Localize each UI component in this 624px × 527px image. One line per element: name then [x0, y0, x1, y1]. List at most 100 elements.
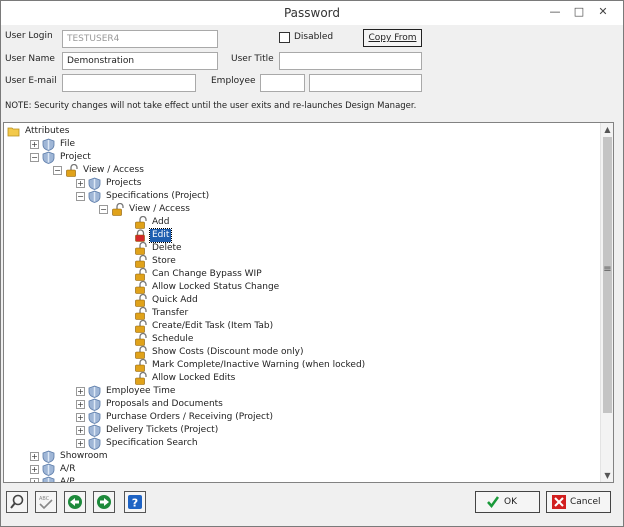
tree-item-label[interactable]: Can Change Bypass WIP [150, 268, 264, 281]
tree-item[interactable]: − View / Access [4, 163, 594, 177]
tree-item[interactable]: − View / Access [4, 202, 594, 216]
tree-item[interactable]: + Purchase Orders / Receiving (Project) [4, 411, 594, 424]
expand-icon[interactable]: + [76, 426, 85, 435]
expand-icon[interactable]: + [30, 478, 39, 482]
tree-item[interactable]: + Delivery Tickets (Project) [4, 424, 594, 437]
tree-item[interactable]: Edit [4, 228, 594, 243]
tree-item-label[interactable]: View / Access [81, 164, 146, 177]
tree-item-label[interactable]: Attributes [23, 125, 71, 138]
tree-item-label[interactable]: Quick Add [150, 294, 200, 307]
tree-item[interactable]: Add [4, 215, 594, 229]
tree-item-label[interactable]: Mark Complete/Inactive Warning (when loc… [150, 359, 367, 372]
tree-item-label[interactable]: A/R [58, 463, 77, 476]
employee-code-field[interactable] [260, 74, 305, 92]
tree-item-label[interactable]: View / Access [127, 203, 192, 216]
employee-name-field[interactable] [309, 74, 422, 92]
tree-item-label[interactable]: Showroom [58, 450, 110, 463]
tree-item[interactable]: + Employee Time [4, 385, 594, 398]
next-button[interactable] [93, 491, 115, 513]
tree-item-label[interactable]: Project [58, 151, 93, 164]
user-login-field[interactable]: TESTUSER4 [62, 30, 218, 48]
user-name-field[interactable]: Demonstration [62, 52, 218, 70]
search-button[interactable] [6, 491, 28, 513]
expand-icon[interactable]: + [76, 400, 85, 409]
tree-item-label[interactable]: Projects [104, 177, 143, 190]
help-icon: ? [128, 495, 142, 510]
collapse-icon[interactable]: − [53, 166, 62, 175]
tree-item[interactable]: + Specification Search [4, 437, 594, 450]
tree-item[interactable]: − Project [4, 151, 594, 164]
scroll-down-icon[interactable]: ▼ [601, 469, 613, 482]
tree-item[interactable]: Create/Edit Task (Item Tab) [4, 319, 594, 333]
tree-item-label[interactable]: Schedule [150, 333, 195, 346]
tree-item[interactable]: Can Change Bypass WIP [4, 267, 594, 281]
arrow-left-icon [68, 495, 82, 509]
tree-item-label[interactable]: Proposals and Documents [104, 398, 225, 411]
collapse-icon[interactable]: − [76, 192, 85, 201]
tree-item-label[interactable]: Transfer [150, 307, 190, 320]
disabled-checkbox[interactable] [279, 32, 290, 43]
lock-open-icon [111, 202, 124, 216]
tree-item-label[interactable]: Delivery Tickets (Project) [104, 424, 220, 437]
tree-item-label[interactable]: Store [150, 255, 178, 268]
tree-item[interactable]: Allow Locked Edits [4, 371, 594, 385]
tree-item[interactable]: Show Costs (Discount mode only) [4, 345, 594, 359]
expand-icon[interactable]: + [76, 387, 85, 396]
tree-item[interactable]: Delete [4, 241, 594, 255]
expand-icon[interactable]: + [30, 465, 39, 474]
tree-item[interactable]: Attributes [4, 125, 594, 138]
expand-icon[interactable]: + [76, 413, 85, 422]
tree-item-label[interactable]: File [58, 138, 77, 151]
lock-open-icon [134, 215, 147, 229]
tree-item[interactable]: Allow Locked Status Change [4, 280, 594, 294]
tree-item-label[interactable]: Specification Search [104, 437, 200, 450]
ok-button[interactable]: OK [475, 491, 540, 513]
tree-item[interactable]: + A/R [4, 463, 594, 476]
tree-item-label[interactable]: Show Costs (Discount mode only) [150, 346, 306, 359]
tree-item-label[interactable]: Purchase Orders / Receiving (Project) [104, 411, 275, 424]
tree-item[interactable]: Transfer [4, 306, 594, 320]
tree-item-label[interactable]: Edit [148, 228, 173, 243]
lock-open-icon [134, 254, 147, 268]
tree-item[interactable]: Schedule [4, 332, 594, 346]
expand-icon[interactable]: + [76, 179, 85, 188]
tree-item[interactable]: + A/P [4, 476, 594, 482]
tree-item-label[interactable]: Allow Locked Status Change [150, 281, 281, 294]
tree-item-label[interactable]: Employee Time [104, 385, 177, 398]
tree-item[interactable]: Quick Add [4, 293, 594, 307]
close-button[interactable]: ✕ [596, 5, 610, 19]
expand-icon[interactable]: + [76, 439, 85, 448]
tree-item[interactable]: − Specifications (Project) [4, 190, 594, 203]
previous-button[interactable] [64, 491, 86, 513]
shield-icon [88, 177, 101, 190]
tree-item[interactable]: Mark Complete/Inactive Warning (when loc… [4, 358, 594, 372]
user-title-field[interactable] [279, 52, 422, 70]
vertical-scrollbar[interactable]: ▲ ≡ ▼ [600, 123, 613, 482]
expand-icon[interactable]: + [30, 140, 39, 149]
attributes-tree[interactable]: Attributes + File − Project − View / Access + Pr… [3, 122, 614, 483]
tree-item-label[interactable]: Allow Locked Edits [150, 372, 237, 385]
tree-item-label[interactable]: Specifications (Project) [104, 190, 211, 203]
tree-item[interactable]: Store [4, 254, 594, 268]
shield-icon [88, 385, 101, 398]
tree-item[interactable]: + Proposals and Documents [4, 398, 594, 411]
maximize-button[interactable]: □ [572, 5, 586, 19]
collapse-icon[interactable]: − [99, 205, 108, 214]
tree-item[interactable]: + Showroom [4, 450, 594, 463]
collapse-icon[interactable]: − [30, 153, 39, 162]
expand-icon[interactable]: + [30, 452, 39, 461]
tree-item-label[interactable]: A/P [58, 476, 77, 482]
user-email-label: User E-mail [5, 76, 57, 86]
copy-from-button[interactable]: Copy From [363, 29, 422, 47]
scroll-up-icon[interactable]: ▲ [601, 123, 613, 136]
tree-item-label[interactable]: Delete [150, 242, 184, 255]
spell-check-button[interactable]: ABC [35, 491, 57, 513]
cancel-button[interactable]: Cancel [546, 491, 611, 513]
user-email-field[interactable] [62, 74, 196, 92]
tree-item-label[interactable]: Create/Edit Task (Item Tab) [150, 320, 275, 333]
minimize-button[interactable]: — [548, 5, 562, 19]
help-button[interactable]: ? [124, 491, 146, 513]
tree-item[interactable]: + Projects [4, 177, 594, 190]
tree-item-label[interactable]: Add [150, 216, 171, 229]
tree-item[interactable]: + File [4, 138, 594, 151]
